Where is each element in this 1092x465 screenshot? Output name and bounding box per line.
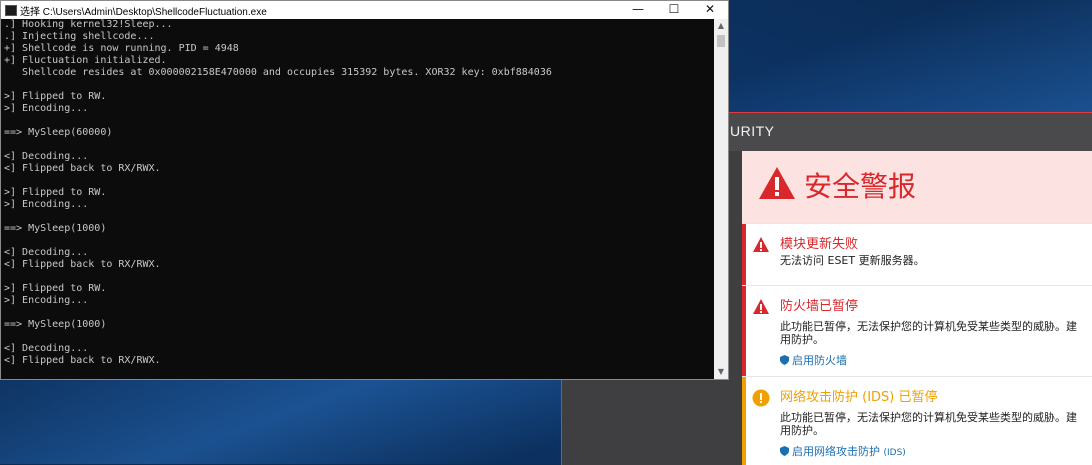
enable-ids-label: 启用网络攻击防护 (792, 445, 880, 458)
console-line: ==> MySleep(1000) (4, 319, 107, 330)
alert-item-title: 防火墙已暂停 (780, 299, 859, 314)
console-line: <] Decoding... (4, 343, 89, 354)
scroll-thumb[interactable] (717, 35, 725, 47)
console-output[interactable]: .] Hooking kernel32!Sleep....] Injecting… (1, 19, 714, 379)
alert-item-text: 无法访问 ESET 更新服务器。 (780, 254, 925, 267)
enable-ids-suffix: (IDS) (883, 448, 906, 458)
alert-item-text-line2: 用防护。 (780, 333, 824, 346)
console-line: >] Encoding... (4, 199, 89, 210)
alert-item-text-line2: 用防护。 (780, 424, 824, 437)
console-line: >] Encoding... (4, 295, 89, 306)
enable-firewall-label: 启用防火墙 (792, 354, 847, 367)
console-line: +] Fluctuation initialized. (4, 55, 167, 66)
console-line: .] Injecting shellcode... (4, 31, 155, 42)
close-button[interactable]: ✕ (692, 1, 728, 19)
console-title: 选择 C:\Users\Admin\Desktop\ShellcodeFluct… (20, 7, 267, 18)
error-triangle-icon (753, 237, 769, 252)
alert-item-title: 网络攻击防护 (IDS) 已暂停 (780, 390, 938, 405)
console-window[interactable]: 选择 C:\Users\Admin\Desktop\ShellcodeFluct… (0, 0, 729, 380)
warning-circle-icon (752, 389, 770, 407)
alert-item-ids[interactable]: 网络攻击防护 (IDS) 已暂停 此功能已暂停，无法保护您的计算机免受某些类型的… (742, 376, 1092, 465)
console-line: <] Flipped back to RX/RWX. (4, 355, 161, 366)
shield-icon (780, 446, 789, 456)
console-line: Shellcode resides at 0x000002158E470000 … (4, 67, 552, 78)
maximize-button[interactable]: ☐ (656, 1, 692, 19)
alert-severity-bar (742, 286, 746, 377)
console-line: <] Decoding... (4, 151, 89, 162)
scroll-down-arrow-icon[interactable]: ▼ (714, 365, 728, 379)
scroll-up-arrow-icon[interactable]: ▲ (714, 19, 728, 33)
alert-item-text-line1: 此功能已暂停，无法保护您的计算机免受某些类型的威胁。建 (780, 320, 1077, 333)
alert-title: 安全警报 (804, 170, 917, 203)
enable-firewall-link[interactable]: 启用防火墙 (780, 352, 847, 368)
console-line: <] Decoding... (4, 247, 89, 258)
console-line: .] Hooking kernel32!Sleep... (4, 19, 173, 30)
console-line: >] Flipped to RW. (4, 187, 107, 198)
warning-triangle-icon (759, 167, 795, 199)
alert-item-text-line1: 此功能已暂停，无法保护您的计算机免受某些类型的威胁。建 (780, 411, 1077, 424)
alert-item-title: 模块更新失败 (780, 237, 859, 252)
console-line: >] Flipped to RW. (4, 283, 107, 294)
console-line: ==> MySleep(60000) (4, 127, 113, 138)
security-alert-panel: 安全警报 模块更新失败 无法访问 ESET 更新服务器。 防火墙已暂停 此功能已… (742, 151, 1092, 465)
console-line: <] Flipped back to RX/RWX. (4, 163, 161, 174)
console-titlebar[interactable]: 选择 C:\Users\Admin\Desktop\ShellcodeFluct… (1, 1, 728, 19)
console-line: ==> MySleep(1000) (4, 223, 107, 234)
alert-item-module-update[interactable]: 模块更新失败 无法访问 ESET 更新服务器。 (742, 223, 1092, 286)
alert-header: 安全警报 (742, 151, 1092, 223)
minimize-button[interactable]: — (620, 1, 656, 19)
console-line: +] Shellcode is now running. PID = 4948 (4, 43, 239, 54)
console-scrollbar[interactable]: ▲ ▼ (714, 19, 728, 379)
console-line: >] Encoding... (4, 103, 89, 114)
enable-ids-link[interactable]: 启用网络攻击防护 (IDS) (780, 443, 906, 459)
console-line: >] Flipped to RW. (4, 91, 107, 102)
shield-icon (780, 355, 789, 365)
error-triangle-icon (753, 299, 769, 314)
warning-severity-bar (742, 377, 746, 465)
console-app-icon (5, 5, 17, 16)
alert-item-firewall[interactable]: 防火墙已暂停 此功能已暂停，无法保护您的计算机免受某些类型的威胁。建 用防护。 … (742, 285, 1092, 377)
console-line: <] Flipped back to RX/RWX. (4, 259, 161, 270)
alert-severity-bar (742, 224, 746, 286)
eset-brand-title: URITY (730, 123, 775, 139)
